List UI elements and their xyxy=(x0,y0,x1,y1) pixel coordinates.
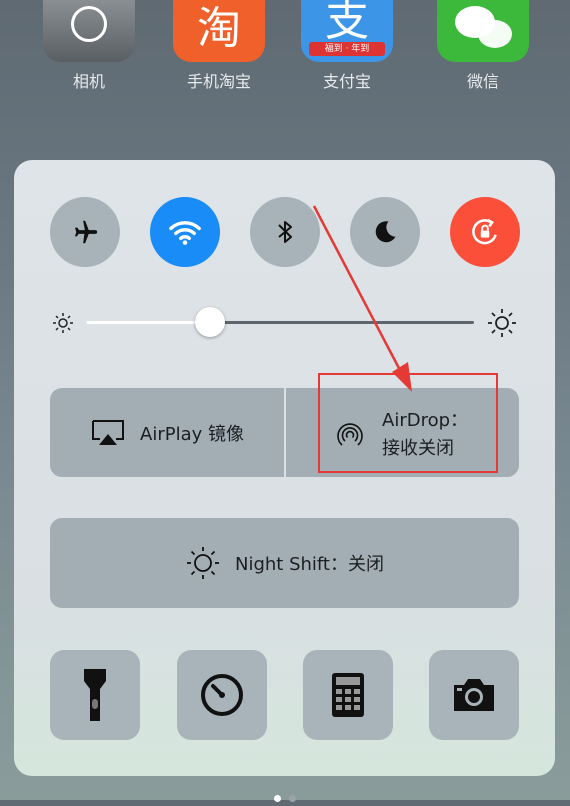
page-dot-1[interactable] xyxy=(274,795,281,802)
page-indicator xyxy=(0,787,570,806)
airdrop-highlight-box xyxy=(318,373,498,473)
page-dot-2[interactable] xyxy=(289,795,296,802)
